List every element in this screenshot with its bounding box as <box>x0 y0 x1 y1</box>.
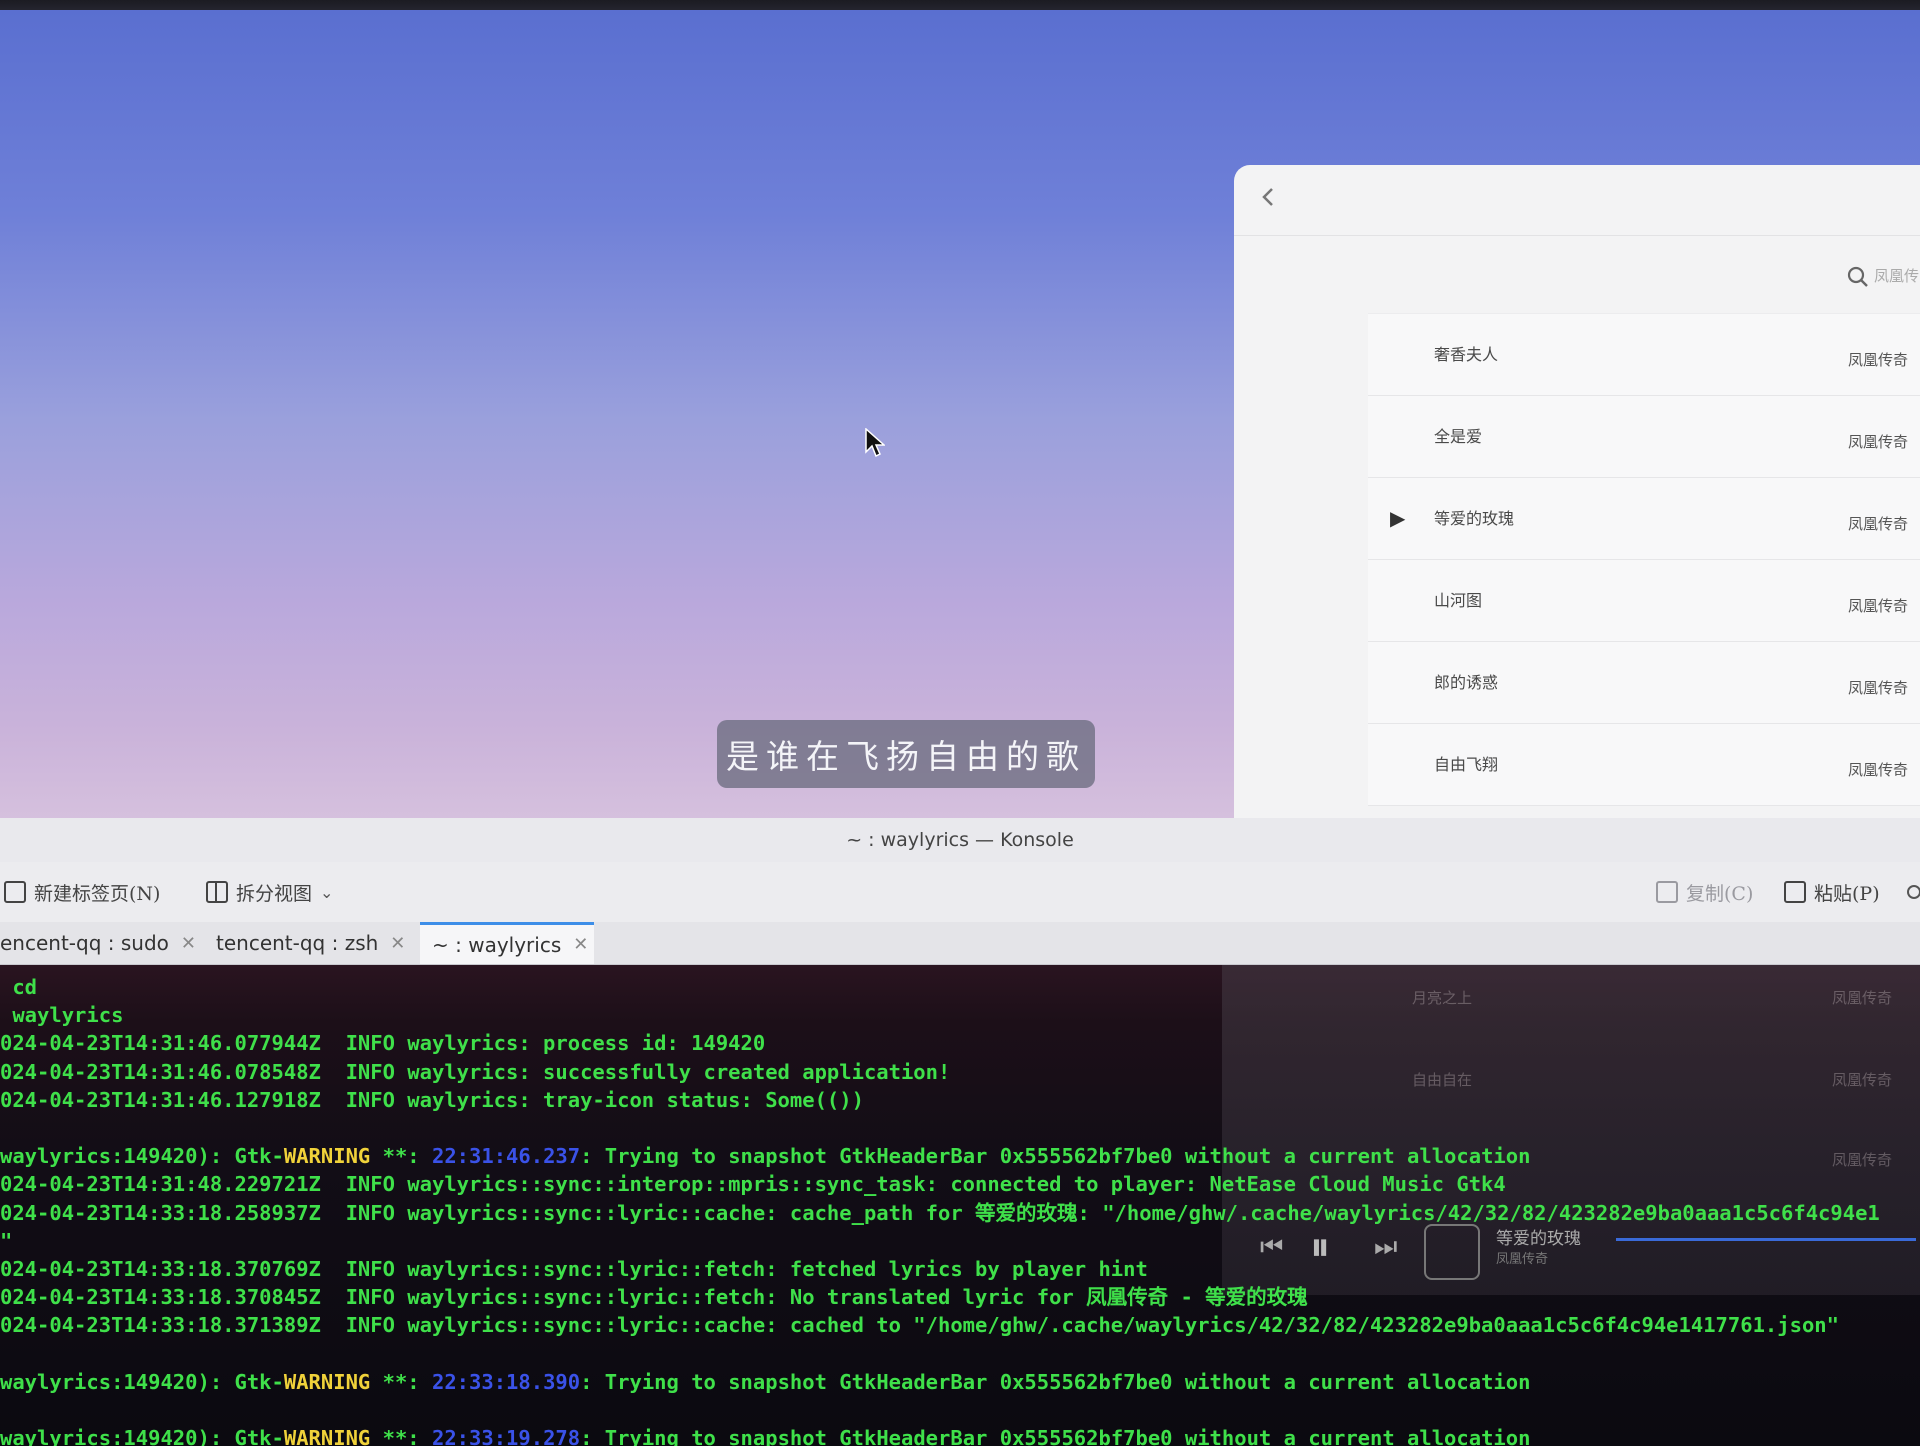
list-item[interactable]: 山河图 凤凰传奇 <box>1368 560 1920 642</box>
terminal-line: 024-04-23T14:33:18.370769Z INFO waylyric… <box>0 1255 1920 1283</box>
konsole-window: ~ : waylyrics — Konsole 新建标签页(N) 拆分视图 ⌄ … <box>0 818 1920 1446</box>
song-title: 郎的诱惑 <box>1434 673 1499 692</box>
close-icon[interactable]: ✕ <box>573 934 588 955</box>
copy-icon <box>1656 881 1678 903</box>
terminal-text: 024-04-23T14:31:46.077944Z INFO waylyric… <box>0 1031 766 1056</box>
tab-label: ~ : waylyrics <box>432 932 562 957</box>
search-input[interactable]: 凤凰传 <box>1874 265 1920 286</box>
song-title: 全是爱 <box>1434 427 1483 446</box>
terminal-text: 024-04-23T14:31:46.127918Z INFO waylyric… <box>0 1087 864 1112</box>
split-view-label: 拆分视图 <box>236 882 313 905</box>
search-icon[interactable] <box>1846 265 1870 289</box>
paste-button[interactable]: 粘贴(P) <box>1784 876 1880 908</box>
copy-button[interactable]: 复制(C) <box>1656 876 1753 908</box>
terminal-line: cd <box>0 973 1920 1001</box>
terminal-line: waylyrics:149420): Gtk-WARNING **: 22:33… <box>0 1424 1920 1446</box>
terminal-text: waylyrics <box>0 1003 124 1028</box>
timestamp: 22:33:19.278 <box>432 1426 581 1446</box>
terminal-text: : Trying to snapshot GtkHeaderBar 0x5555… <box>580 1144 1531 1169</box>
tab-tencent-qq-zsh[interactable]: tencent-qq : zsh ✕ <box>204 922 416 964</box>
terminal-line: 024-04-23T14:33:18.370845Z INFO waylyric… <box>0 1283 1920 1311</box>
timestamp: 22:31:46.237 <box>432 1144 581 1169</box>
song-list: 奢香夫人 凤凰传奇 全是爱 凤凰传奇 ▶ 等爱的玫瑰 凤凰传奇 山河图 凤凰传奇 郎的诱惑 凤凰传奇… <box>1368 313 1920 806</box>
terminal-output: cd waylyrics 024-04-23T14:31:46.077944Z I… <box>0 973 1920 1446</box>
close-icon[interactable]: ✕ <box>181 933 196 954</box>
terminal-line: 024-04-23T14:33:18.371389Z INFO waylyric… <box>0 1311 1920 1339</box>
terminal-text: **: <box>370 1426 432 1446</box>
warning-label: WARNING <box>283 1144 371 1169</box>
song-album: 凤凰传奇 <box>1847 351 1908 369</box>
search-icon[interactable] <box>1904 884 1920 904</box>
song-album: 凤凰传奇 <box>1847 597 1908 615</box>
song-title: 山河图 <box>1434 591 1483 610</box>
split-view-button[interactable]: 拆分视图 ⌄ <box>206 876 333 908</box>
terminal-line: 024-04-23T14:31:46.078548Z INFO waylyric… <box>0 1058 1920 1086</box>
terminal-text: **: <box>370 1369 432 1394</box>
song-title: 奢香夫人 <box>1434 345 1499 364</box>
song-album: 凤凰传奇 <box>1847 761 1908 779</box>
tab-waylyrics[interactable]: ~ : waylyrics ✕ <box>420 922 594 964</box>
desktop-lyric-overlay: 是谁在飞扬自由的歌 <box>717 720 1095 788</box>
back-button[interactable] <box>1258 183 1278 211</box>
terminal-line: waylyrics:149420): Gtk-WARNING **: 22:33… <box>0 1368 1920 1396</box>
terminal-line: 024-04-23T14:33:18.258937Z INFO waylyric… <box>0 1199 1920 1227</box>
song-album: 凤凰传奇 <box>1847 679 1908 697</box>
terminal-line: 024-04-23T14:31:48.229721Z INFO waylyric… <box>0 1170 1920 1198</box>
song-album: 凤凰传奇 <box>1847 433 1908 451</box>
terminal-line: waylyrics <box>0 1001 1920 1029</box>
chevron-left-icon <box>1262 188 1273 206</box>
list-item[interactable]: ▶ 等爱的玫瑰 凤凰传奇 <box>1368 478 1920 560</box>
terminal-text: 024-04-23T14:31:46.078548Z INFO waylyric… <box>0 1059 951 1084</box>
tab-label: tencent-qq : zsh <box>216 931 379 955</box>
terminal-text: waylyrics:149420): Gtk- <box>0 1144 284 1169</box>
tab-bar: encent-qq : sudo ✕ tencent-qq : zsh ✕ ~ … <box>0 922 1920 965</box>
song-title: 等爱的玫瑰 <box>1434 509 1515 528</box>
header-divider <box>1234 235 1920 236</box>
terminal-text: : Trying to snapshot GtkHeaderBar 0x5555… <box>580 1426 1531 1446</box>
tab-tencent-qq-sudo[interactable]: encent-qq : sudo ✕ <box>0 922 200 964</box>
terminal-text: waylyrics:149420): Gtk- <box>0 1426 284 1446</box>
song-album: 凤凰传奇 <box>1847 515 1908 533</box>
split-view-icon <box>206 881 228 903</box>
play-icon: ▶ <box>1390 506 1406 530</box>
terminal-text: 024-04-23T14:33:18.258937Z INFO waylyric… <box>0 1200 1880 1225</box>
terminal-line: 024-04-23T14:31:46.127918Z INFO waylyric… <box>0 1086 1920 1114</box>
chevron-down-icon: ⌄ <box>320 882 334 902</box>
list-item[interactable]: 郎的诱惑 凤凰传奇 <box>1368 642 1920 724</box>
list-item[interactable]: 奢香夫人 凤凰传奇 <box>1368 314 1920 396</box>
window-title[interactable]: ~ : waylyrics — Konsole <box>0 818 1920 862</box>
new-tab-button[interactable]: 新建标签页(N) <box>4 876 160 908</box>
timestamp: 22:33:18.390 <box>432 1369 581 1394</box>
terminal-text: 024-04-23T14:33:18.371389Z INFO waylyric… <box>0 1313 1839 1338</box>
terminal-line: " <box>0 1227 1920 1255</box>
terminal-text: : Trying to snapshot GtkHeaderBar 0x5555… <box>580 1369 1531 1394</box>
konsole-toolbar: 新建标签页(N) 拆分视图 ⌄ 复制(C) 粘贴(P) <box>0 862 1920 923</box>
mouse-cursor-icon <box>865 428 885 458</box>
terminal-text: waylyrics:149420): Gtk- <box>0 1369 284 1394</box>
terminal-text: 024-04-23T14:33:18.370769Z INFO waylyric… <box>0 1256 1148 1281</box>
tab-label: encent-qq : sudo <box>0 931 169 955</box>
song-title: 自由飞翔 <box>1434 755 1499 774</box>
new-tab-label: 新建标签页(N) <box>34 882 161 905</box>
warning-label: WARNING <box>283 1426 371 1446</box>
terminal-line: waylyrics:149420): Gtk-WARNING **: 22:31… <box>0 1142 1920 1170</box>
list-item[interactable]: 自由飞翔 凤凰传奇 <box>1368 724 1920 806</box>
terminal-text: 024-04-23T14:33:18.370845Z INFO waylyric… <box>0 1285 1308 1310</box>
terminal-area[interactable]: 月亮之上 凤凰传奇 自由自在 凤凰传奇 凤凰传奇 ⏮ ⏸ ⏭ 等爱的玫瑰 凤凰传… <box>0 965 1920 1446</box>
paste-icon <box>1784 881 1806 903</box>
terminal-text: cd <box>0 975 38 999</box>
terminal-text: **: <box>370 1144 432 1169</box>
close-icon[interactable]: ✕ <box>390 933 405 954</box>
list-item[interactable]: 全是爱 凤凰传奇 <box>1368 396 1920 478</box>
terminal-text: 024-04-23T14:31:48.229721Z INFO waylyric… <box>0 1172 1506 1197</box>
warning-label: WARNING <box>283 1369 371 1394</box>
paste-label: 粘贴(P) <box>1814 882 1880 905</box>
terminal-line: 024-04-23T14:31:46.077944Z INFO waylyric… <box>0 1029 1920 1057</box>
copy-label: 复制(C) <box>1686 882 1754 905</box>
terminal-text: " <box>0 1228 13 1253</box>
new-tab-icon <box>4 881 26 903</box>
